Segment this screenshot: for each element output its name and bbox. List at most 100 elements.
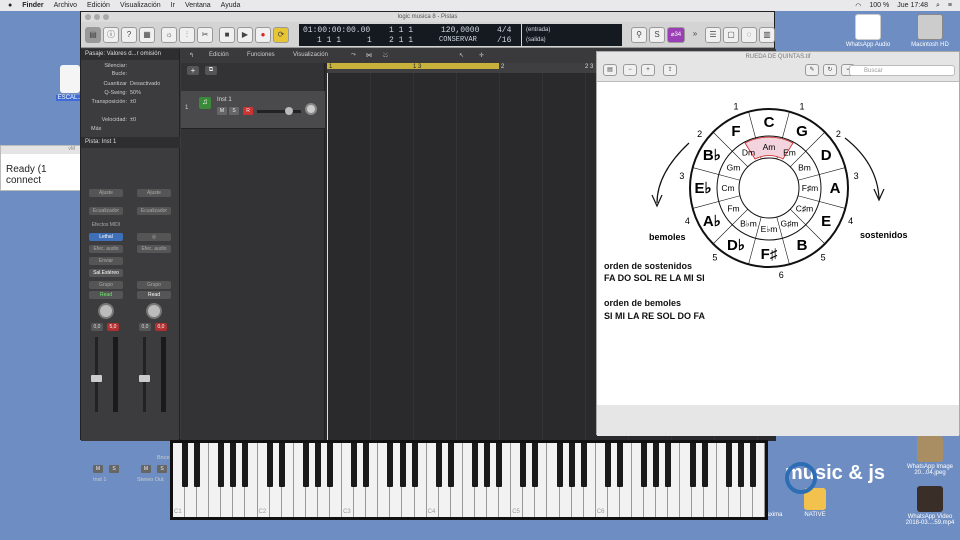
desktop-icon-whatsapp-audio[interactable]: WhatsApp Audio: [838, 14, 898, 48]
audio-fx-slot[interactable]: Efec. audio: [137, 245, 171, 253]
inspector-row-qswing[interactable]: Q-Swing: 50%: [83, 90, 178, 96]
pencil-tool-icon[interactable]: ✛: [479, 52, 484, 59]
play-button[interactable]: ▶: [237, 27, 253, 43]
playhead[interactable]: [327, 73, 328, 441]
black-key[interactable]: [472, 443, 479, 487]
black-key[interactable]: [399, 443, 406, 487]
musical-typing-keyboard[interactable]: C1 C2 C3 C4 C5 C6: [170, 440, 768, 520]
battery-label[interactable]: 100 %: [869, 2, 889, 9]
zoom-out-icon[interactable]: −: [623, 64, 637, 76]
record-button[interactable]: ●: [255, 27, 271, 43]
black-key[interactable]: [327, 443, 334, 487]
black-key[interactable]: [302, 443, 309, 487]
mixer-icon[interactable]: ⫶: [179, 27, 195, 43]
notepad-icon[interactable]: ▢: [723, 27, 739, 43]
solo-button[interactable]: S: [157, 465, 167, 473]
menu-ventana[interactable]: Ventana: [185, 2, 211, 9]
menu-edicion[interactable]: Edición: [87, 2, 110, 9]
region-inspector-header[interactable]: Pasaje: Valores d...r omisión: [81, 49, 179, 60]
menu-finder[interactable]: Finder: [22, 2, 43, 9]
zoom-in-icon[interactable]: +: [641, 64, 655, 76]
black-key[interactable]: [387, 443, 394, 487]
minimize-button[interactable]: [94, 14, 100, 20]
black-key[interactable]: [278, 443, 285, 487]
black-key[interactable]: [496, 443, 503, 487]
black-key[interactable]: [435, 443, 442, 487]
send-slot[interactable]: Enviar: [89, 257, 123, 265]
automation-read[interactable]: Read: [137, 291, 171, 299]
toolbar-icon[interactable]: ▦: [139, 27, 155, 43]
close-button[interactable]: [85, 14, 91, 20]
track-options-icon[interactable]: ⧉: [205, 66, 217, 75]
volume-fader-handle[interactable]: [139, 375, 150, 382]
track-inspector-header[interactable]: Pista: Inst 1: [81, 137, 180, 148]
smart-controls-icon[interactable]: ☼: [161, 27, 177, 43]
search-icon[interactable]: ⌕: [936, 2, 940, 10]
track-row-inst1[interactable]: 1 ♫ Inst 1 M S R: [181, 91, 325, 129]
flex-icon[interactable]: ⤩: [383, 52, 388, 59]
track-pan-knob[interactable]: [305, 103, 317, 115]
black-key[interactable]: [749, 443, 756, 487]
black-key[interactable]: [665, 443, 672, 487]
track-volume-slider[interactable]: [257, 110, 301, 113]
markup-icon[interactable]: ✎: [805, 64, 819, 76]
black-key[interactable]: [532, 443, 539, 487]
lcd-display[interactable]: 01:00:00:00.00 1 1 1 1 1 1 1 2 1 1 120,0…: [299, 24, 521, 46]
mute-button[interactable]: M: [93, 465, 103, 473]
search-input[interactable]: Buscar: [849, 65, 955, 76]
lcd-io[interactable]: (entrada) (salida): [522, 24, 622, 46]
menu-list-icon[interactable]: ≡: [948, 2, 952, 9]
link-icon[interactable]: ◎: [137, 233, 171, 241]
black-key[interactable]: [314, 443, 321, 487]
black-key[interactable]: [737, 443, 744, 487]
solo-icon[interactable]: S: [649, 27, 665, 43]
catch-icon[interactable]: ⤳: [351, 52, 356, 59]
track-mute-button[interactable]: M: [217, 107, 227, 115]
add-track-button[interactable]: +: [187, 66, 199, 75]
track-volume-handle[interactable]: [285, 107, 293, 115]
black-key[interactable]: [194, 443, 201, 487]
inspector-icon[interactable]: ⓘ: [103, 27, 119, 43]
help-icon[interactable]: ?: [121, 27, 137, 43]
clock[interactable]: Jue 17:48: [897, 2, 928, 9]
menu-ir[interactable]: Ir: [171, 2, 175, 9]
black-key[interactable]: [447, 443, 454, 487]
midi-fx-slot[interactable]: Efectos MIDI: [89, 221, 123, 229]
snap-icon[interactable]: ⋈: [366, 52, 372, 59]
track-name[interactable]: Inst 1: [217, 97, 232, 103]
browser-icon[interactable]: ▥: [759, 27, 775, 43]
inspector-row-quantize[interactable]: Cuantizar Desactivado: [83, 81, 178, 87]
inspector-row-transpose[interactable]: Transposición: ±0: [83, 99, 178, 105]
black-key[interactable]: [653, 443, 660, 487]
setting-button[interactable]: Ajuste: [137, 189, 171, 197]
library-icon[interactable]: ▤: [85, 27, 101, 43]
pointer-tool-icon[interactable]: ↖: [459, 52, 464, 59]
inspector-row-mute[interactable]: Silenciar:: [83, 63, 178, 69]
group-slot[interactable]: Grupo: [137, 281, 171, 289]
bounce-label[interactable]: Bnce: [157, 455, 170, 461]
zoom-button[interactable]: [103, 14, 109, 20]
desktop-icon-macintosh-hd[interactable]: Macintosh HD: [900, 14, 960, 48]
black-key[interactable]: [568, 443, 575, 487]
black-key[interactable]: [351, 443, 358, 487]
menu-visualizacion-tracks[interactable]: Visualización: [293, 52, 328, 58]
cycle-button[interactable]: ⟳: [273, 27, 289, 43]
output-slot[interactable]: Sal.Estéreo: [89, 269, 123, 277]
more-icon[interactable]: »: [687, 27, 703, 43]
desktop-icon-whatsapp-image[interactable]: WhatsApp Image 20...04.jpeg: [900, 436, 960, 476]
menu-funciones[interactable]: Funciones: [247, 52, 275, 58]
automation-read[interactable]: Read: [89, 291, 123, 299]
black-key[interactable]: [725, 443, 732, 487]
menu-edicion-tracks[interactable]: Edición: [209, 52, 229, 58]
black-key[interactable]: [230, 443, 237, 487]
pan-knob[interactable]: [98, 303, 114, 319]
sidebar-icon[interactable]: ▤: [603, 64, 617, 76]
back-icon[interactable]: ↰: [189, 52, 194, 59]
menu-ayuda[interactable]: Ayuda: [221, 2, 241, 9]
eq-button[interactable]: Ecualizador: [89, 207, 123, 215]
instrument-slot[interactable]: Lethal: [89, 233, 123, 241]
black-key[interactable]: [266, 443, 273, 487]
black-key[interactable]: [242, 443, 249, 487]
black-key[interactable]: [580, 443, 587, 487]
group-slot[interactable]: Grupo: [89, 281, 123, 289]
